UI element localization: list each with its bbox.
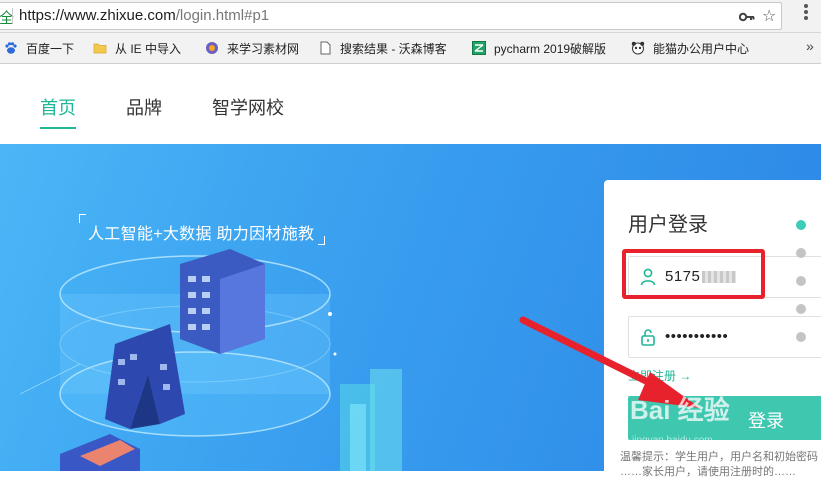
annotation-highlight-box: [622, 249, 765, 299]
site-icon: [206, 42, 218, 54]
key-icon[interactable]: [739, 10, 755, 24]
panda-icon: [631, 41, 645, 55]
bookmark-material-site[interactable]: 来学习素材网: [205, 39, 299, 57]
nav-active-indicator: [40, 127, 76, 129]
bookmark-label: pycharm 2019破解版: [494, 41, 607, 56]
register-link[interactable]: 立即注册 →: [628, 367, 691, 384]
hero-illustration: [20, 249, 402, 471]
bookmark-star-icon[interactable]: ☆: [762, 6, 776, 26]
carousel-dot[interactable]: [796, 332, 806, 342]
site-nav: 首页 品牌 智学网校: [0, 64, 821, 144]
password-field[interactable]: •••••••••••: [628, 316, 821, 358]
bookmarks-bar: 百度一下 从 IE 中导入 来学习素材网 搜索结果 - 沃森博客 pycharm…: [0, 33, 821, 64]
browser-menu-icon[interactable]: [803, 4, 809, 22]
bookmark-pycharm[interactable]: pycharm 2019破解版: [472, 39, 606, 57]
carousel-dot[interactable]: [796, 276, 806, 286]
divider: [12, 8, 13, 24]
login-title: 用户登录: [628, 214, 708, 236]
bookmark-label: 能猫办公用户中心: [653, 41, 750, 56]
baidu-paw-icon: [5, 42, 17, 54]
password-value: •••••••••••: [665, 328, 729, 345]
watermark-logo: Bai 经验: [630, 395, 730, 425]
url-text[interactable]: https://www.zhixue.com/login.html#p1: [19, 7, 269, 24]
bookmarks-overflow-button[interactable]: »: [806, 38, 814, 54]
folder-icon: [93, 43, 107, 54]
url-path: /login.html#p1: [175, 7, 270, 24]
bookmark-ie-import[interactable]: 从 IE 中导入: [93, 39, 181, 57]
pycharm-icon: [472, 41, 486, 55]
nav-online-school[interactable]: 智学网校: [212, 94, 284, 120]
hero-slogan: 人工智能+大数据 助力因材施教: [88, 226, 315, 243]
bookmark-label: 从 IE 中导入: [115, 41, 182, 56]
watermark-url: jingyan.baidu.com: [632, 435, 713, 446]
bookmark-baidu[interactable]: 百度一下: [4, 39, 74, 57]
carousel-dot[interactable]: [796, 248, 806, 258]
bookmark-label: 搜索结果 - 沃森博客: [340, 41, 447, 56]
bookmark-label: 百度一下: [26, 41, 75, 56]
bookmark-panda-office[interactable]: 能猫办公用户中心: [631, 39, 749, 57]
browser-toolbar: 全 https://www.zhixue.com/login.html#p1 ☆: [0, 0, 821, 33]
page-icon: [320, 41, 331, 55]
carousel-dot[interactable]: [796, 220, 806, 230]
nav-home[interactable]: 首页: [40, 94, 76, 120]
lock-icon: [641, 329, 655, 346]
bookmark-search-results[interactable]: 搜索结果 - 沃森博客: [318, 39, 447, 57]
url-host: https://www.zhixue.com: [19, 7, 176, 24]
login-button-label: 登录: [748, 411, 784, 431]
nav-brand[interactable]: 品牌: [126, 94, 162, 120]
login-hint: 温馨提示：学生用户，用户名和初始密码 ……家长用户，请使用注册时的……: [620, 451, 818, 478]
slogan-bracket-left: [79, 214, 86, 223]
bookmark-label: 来学习素材网: [227, 41, 300, 56]
carousel-dot[interactable]: [796, 304, 806, 314]
address-bar[interactable]: 全 https://www.zhixue.com/login.html#p1 ☆: [0, 2, 782, 30]
